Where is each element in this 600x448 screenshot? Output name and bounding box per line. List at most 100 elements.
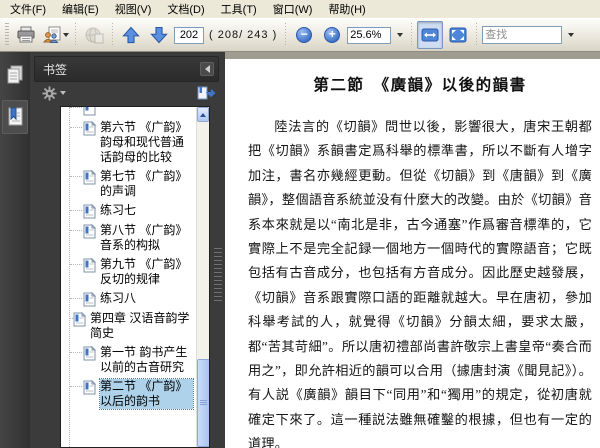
document-area: 第二節 《廣韻》以後的韻書 陸法言的《切韻》問世以後，影響很大，唐宋王朝都把《切… <box>225 52 600 448</box>
bookmarks-options-row <box>30 82 225 104</box>
fit-width-icon <box>421 28 439 42</box>
next-page-button[interactable] <box>146 21 172 49</box>
chevron-down-icon <box>60 91 66 95</box>
zoom-in-button[interactable]: + <box>319 21 345 49</box>
bookmarks-panel-header: 书签 <box>34 56 219 82</box>
menu-item-view[interactable]: 视图(V) <box>107 0 160 19</box>
options-button[interactable] <box>42 85 66 101</box>
bookmark-page-icon <box>83 292 96 307</box>
toolbar-separator <box>474 23 480 47</box>
chevron-down-icon <box>396 33 403 37</box>
bookmark-label: 第六节 《广韵》韵母和现代普通话韵母的比较 <box>100 120 188 164</box>
bookmarks-icon <box>8 107 23 126</box>
down-arrow-icon <box>150 26 168 44</box>
globe-page-icon <box>85 27 104 44</box>
zoom-level-input[interactable] <box>347 26 392 44</box>
menu-item-help[interactable]: 帮助(H) <box>320 0 373 19</box>
bookmark-item[interactable]: 第四章 汉语音韵学简史 <box>65 309 194 343</box>
bookmarks-tree-viewport: 第六节 《广韵》韵母和现代普通话韵母的比较 第七节 《广韵》的声调 练习七 第八… <box>61 107 196 447</box>
thumb-grip <box>200 400 207 401</box>
find-input[interactable] <box>482 26 563 44</box>
zoom-in-icon: + <box>324 27 341 43</box>
collaborate-dropdown-caret <box>63 33 69 37</box>
bookmark-item[interactable]: 第一节 韵书产生以前的古音研究 <box>65 343 194 377</box>
bookmark-label: 第七节 《广韵》的声调 <box>100 169 188 198</box>
up-arrow-icon <box>122 26 140 44</box>
menu-item-window[interactable]: 窗口(W) <box>265 0 321 19</box>
collaborate-button[interactable] <box>41 21 70 49</box>
web-capture-button <box>81 21 107 49</box>
zoom-dropdown-button[interactable] <box>393 27 406 44</box>
bookmarks-tree: 第六节 《广韵》韵母和现代普通话韵母的比较 第七节 《广韵》的声调 练习七 第八… <box>60 106 210 448</box>
chevron-down-icon <box>567 33 574 37</box>
bookmark-item[interactable]: 练习七 <box>65 201 194 221</box>
bookmark-item[interactable]: 第六节 《广韵》韵母和现代普通话韵母的比较 <box>65 118 194 167</box>
paragraph: 陸法言的《切韻》問世以後，影響很大，唐宋王朝都把《切韻》系韻書定爲科舉的標準書，… <box>248 119 592 448</box>
pages-icon <box>7 65 23 84</box>
fit-page-button[interactable] <box>445 21 471 49</box>
document-page: 第二節 《廣韻》以後的韻書 陸法言的《切韻》問世以後，影響很大，唐宋王朝都把《切… <box>225 59 600 448</box>
scrollbar-thumb[interactable] <box>197 359 209 447</box>
bookmark-page-icon <box>83 258 96 273</box>
triangle-up-icon <box>200 112 206 117</box>
bookmarks-panel-button[interactable] <box>2 100 28 134</box>
print-button[interactable] <box>13 21 39 49</box>
menu-item-document[interactable]: 文档(D) <box>159 0 212 19</box>
zoom-out-button[interactable]: − <box>291 21 317 49</box>
toolbar-grip <box>5 23 9 47</box>
bookmark-label: 第二节 《广韵》以后的韵书 <box>99 378 194 410</box>
toolbar-separator <box>409 23 415 47</box>
bookmark-page-icon <box>83 224 96 239</box>
navigation-panel-strip <box>0 52 30 448</box>
bookmark-item-clipped[interactable] <box>65 107 194 118</box>
bookmark-page-icon <box>83 170 96 185</box>
toolbar: ( 208/ 243 ) − + <box>0 18 600 52</box>
bookmark-page-icon <box>83 380 96 395</box>
bookmark-page-icon <box>73 312 86 327</box>
bookmark-label: 第一节 韵书产生以前的古音研究 <box>100 345 188 374</box>
bookmark-item[interactable]: 练习八 <box>65 289 194 309</box>
bookmark-item[interactable]: 第九节 《广韵》反切的规律 <box>65 255 194 289</box>
menu-item-tools[interactable]: 工具(T) <box>213 0 265 19</box>
printer-icon <box>17 26 35 43</box>
pages-panel-button[interactable] <box>2 58 28 92</box>
zoom-out-icon: − <box>296 27 313 43</box>
bookmark-page-icon <box>83 107 96 116</box>
goto-bookmark-icon <box>197 86 215 100</box>
find-dropdown-button[interactable] <box>564 27 577 44</box>
page-number-input[interactable] <box>174 26 204 44</box>
bookmark-label: 第四章 汉语音韵学简史 <box>90 311 190 340</box>
menu-item-edit[interactable]: 编辑(E) <box>54 0 107 19</box>
bookmark-item[interactable]: 第八节 《广韵》音系的构拟 <box>65 221 194 255</box>
toolbar-separator <box>73 23 78 47</box>
bookmark-page-icon <box>83 346 96 361</box>
toolbar-separator <box>110 23 115 47</box>
panel-title: 书签 <box>43 62 68 77</box>
collapse-panel-button[interactable] <box>200 62 214 76</box>
bookmark-page-icon <box>83 204 96 219</box>
bookmark-item[interactable]: 第七节 《广韵》的声调 <box>65 167 194 201</box>
bookmark-label: 练习七 <box>100 203 137 217</box>
bookmark-label: 第八节 《广韵》音系的构拟 <box>100 223 188 252</box>
bookmark-page-icon <box>83 121 96 136</box>
bookmarks-panel: 书签 第六节 《广韵》韵母和现代普通话韵母的比较 第七节 《广韵》的声调 练习七… <box>30 52 225 448</box>
previous-page-button[interactable] <box>118 21 144 49</box>
bookmark-label: 第九节 《广韵》反切的规律 <box>100 257 188 286</box>
scroll-up-button[interactable] <box>197 107 209 122</box>
bookmark-label: 练习八 <box>100 291 137 305</box>
gear-icon <box>42 85 57 101</box>
menu-item-file[interactable]: 文件(F) <box>2 0 54 19</box>
menu-bar: 文件(F) 编辑(E) 视图(V) 文档(D) 工具(T) 窗口(W) 帮助(H… <box>0 0 600 18</box>
fit-page-icon <box>449 27 467 43</box>
collaborate-icon <box>42 26 61 43</box>
toolbar-separator <box>283 23 289 47</box>
section-title: 第二節 《廣韻》以後的韻書 <box>313 77 527 94</box>
main-area: 书签 第六节 《广韵》韵母和现代普通话韵母的比较 第七节 《广韵》的声调 练习七… <box>0 52 600 448</box>
panel-splitter-grip[interactable] <box>214 248 222 302</box>
bookmark-item[interactable]: 第二节 《广韵》以后的韵书 <box>65 377 194 411</box>
goto-bookmark-button[interactable] <box>197 86 215 100</box>
tree-scrollbar[interactable] <box>196 107 209 447</box>
fit-width-button[interactable] <box>417 21 444 49</box>
collapse-left-icon <box>204 65 210 73</box>
page-count-label: ( 208/ 243 ) <box>209 29 278 41</box>
